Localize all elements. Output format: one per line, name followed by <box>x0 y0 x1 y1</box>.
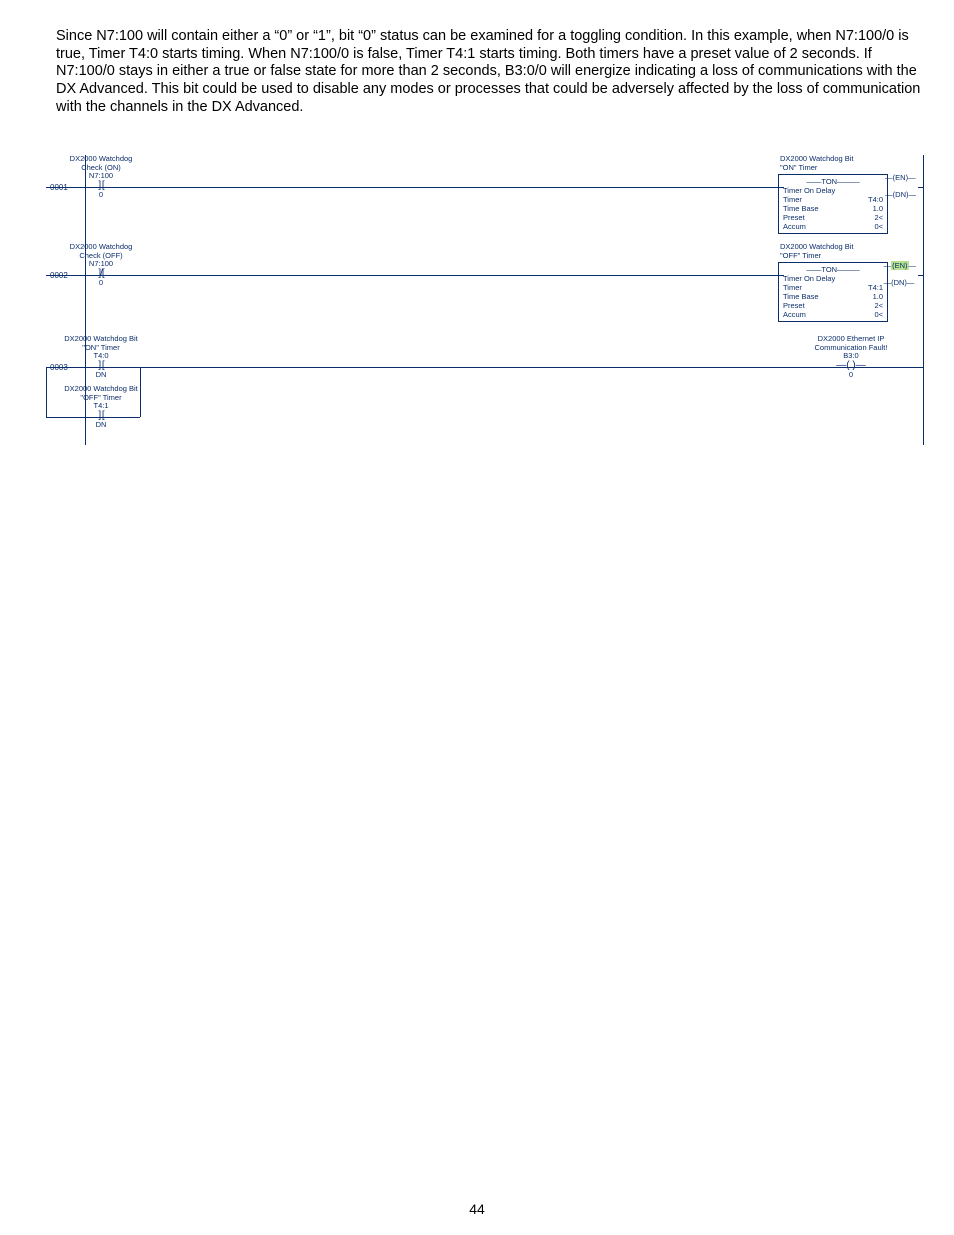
ton-instruction: DX2000 Watchdog Bit "OFF" Timer ——TON———… <box>778 243 888 322</box>
page-number: 44 <box>0 1201 954 1217</box>
body-paragraph: Since N7:100 will contain either a “0” o… <box>56 28 924 116</box>
xic-contact: DX2000 Watchdog Bit "OFF" Timer T4:1 ] [… <box>56 385 146 430</box>
xio-contact: DX2000 Watchdog Check (OFF) N7:100 ]/[ 0 <box>56 243 146 288</box>
rung-2: DX2000 Watchdog Check (OFF) N7:100 ]/[ 0… <box>46 243 924 331</box>
rung-1: DX2000 Watchdog Check (ON) N7:100 ] [ 0 … <box>46 155 924 243</box>
xic-contact: DX2000 Watchdog Bit "ON" Timer T4:0 ] [ … <box>56 335 146 380</box>
output-coil: DX2000 Ethernet IP Communication Fault! … <box>796 335 906 380</box>
rung-3: DX2000 Watchdog Bit "ON" Timer T4:0 ] [ … <box>46 335 924 445</box>
ton-instruction: DX2000 Watchdog Bit "ON" Timer ——TON——— … <box>778 155 888 234</box>
xic-contact: DX2000 Watchdog Check (ON) N7:100 ] [ 0 <box>56 155 146 200</box>
